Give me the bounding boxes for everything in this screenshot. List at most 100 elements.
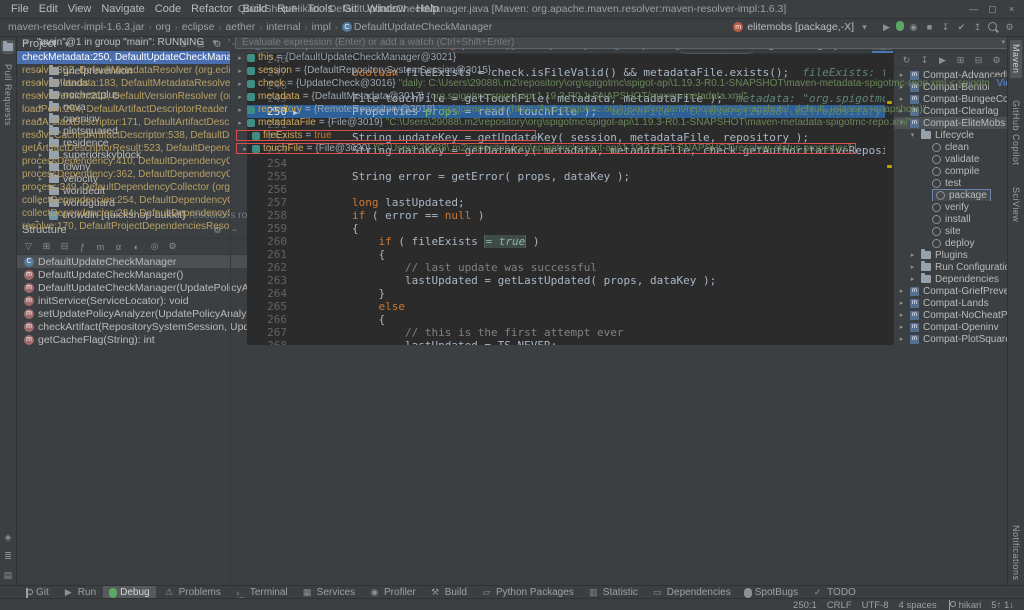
expand-icon[interactable]: ▸ [236,93,244,101]
bug-icon [109,588,117,598]
git-push-icon[interactable]: ↥ [971,21,984,34]
variable-row[interactable]: ▸metadata={DefaultMetadata@3017} "org.sp… [231,90,992,103]
variable-row[interactable]: ▸this={DefaultUpdateCheckManager@3021} [231,51,992,64]
variable-row[interactable]: ▸session={DefaultRepositorySystemSession… [231,64,992,77]
stack-frame[interactable]: resolveMetadata:183, DefaultMetadataReso… [16,77,230,90]
stack-frame[interactable]: resolveVersion:213, DefaultVersionResolv… [16,90,230,103]
variable-row[interactable]: fileExists=true [231,129,992,142]
stack-frame[interactable]: getArtifactDescriptorResult:523, Default… [16,142,230,155]
breadcrumb-item[interactable]: eclipse [182,21,215,33]
toolwindow-button-label: Services [317,587,355,598]
menu-window[interactable]: Window [362,3,411,15]
expand-icon[interactable]: ▸ [236,106,244,114]
menu-tools[interactable]: Tools [302,3,338,15]
stack-frame[interactable]: resolve:170, DefaultProjectDependenciesR… [16,220,230,233]
filter-icon[interactable]: ▽ [225,36,231,49]
variable-value: "C:\Users\29088\.m2\repository\org\spigo… [386,117,911,128]
equals-sign: = [303,91,309,102]
title-bar: FileEditViewNavigateCodeRefactorBuildRun… [0,0,1024,19]
maximize-button[interactable]: ▢ [984,4,1001,15]
breadcrumb-item[interactable]: impl [312,21,331,33]
menu-refactor[interactable]: Refactor [186,3,238,15]
variable-icon [247,119,255,127]
breadcrumb-item[interactable]: internal [266,21,300,33]
toolwindow-button-notifications[interactable]: Notifications [1011,525,1021,581]
breadcrumb-item[interactable]: org [156,21,171,33]
equals-sign: = [305,130,311,141]
breadcrumb-item[interactable]: maven-resolver-impl-1.6.3.jar [8,21,145,33]
stack-frame[interactable]: checkMetadata:250, DefaultUpdateCheckMan… [16,51,230,64]
variable-icon [247,93,255,101]
search-icon[interactable] [988,22,997,31]
menu-code[interactable]: Code [150,3,186,15]
stack-frame[interactable]: loadPom:264, DefaultArtifactDescriptorRe… [16,103,230,116]
menu-build[interactable]: Build [238,3,272,15]
menu-git[interactable]: Git [338,3,362,15]
evaluate-expression-input[interactable]: Evaluate expression (Enter) or add a wat… [235,35,992,49]
status-bar: 250:1 CRLF UTF-8 4 spaces hikari 5↑ 1↓ [0,598,1024,610]
menu-file[interactable]: File [6,3,34,15]
structure-toolwindow-button[interactable]: ≣ [4,551,12,562]
toolwindow-button-label: Build [445,587,467,598]
variable-row[interactable]: ▸touchFile={File@3020} "C:\Users\29088\.… [231,142,992,155]
git-sync-status[interactable]: 5↑ 1↓ [991,600,1014,610]
git-branch-widget[interactable]: hikari [947,600,982,610]
breadcrumb-separator: › [303,22,310,32]
run-icon[interactable]: ▶ [880,21,893,34]
debug-content: ↻■▶‖●◌⚙◎ checkMetadata:250, DefaultUpdat… [0,51,992,241]
pull-requests-toolwindow-button[interactable]: Pull Requests [3,64,13,126]
variable-row[interactable]: ▸metadataFile={File@3019} "C:\Users\2908… [231,116,992,129]
menu-edit[interactable]: Edit [34,3,63,15]
git-update-icon[interactable]: ↧ [939,21,952,34]
stack-frame[interactable]: processDependency:362, DefaultDependency… [16,168,230,181]
variable-value: {DefaultUpdateCheckManager@3021} [285,52,456,63]
breadcrumb-item[interactable]: DefaultUpdateCheckManager [354,21,492,33]
toolwindow-button-sciview[interactable]: SciView [1011,187,1021,222]
indent-style[interactable]: 4 spaces [899,600,937,610]
thread-status: "main"@1 in group "main": RUNNING [37,37,204,48]
expand-icon[interactable]: ▸ [236,54,244,62]
toolwindow-button-maven[interactable]: Maven [1010,40,1022,78]
expand-icon[interactable]: ▸ [236,67,244,75]
view-link[interactable]: View [989,77,993,90]
variable-row[interactable]: ▸repository={RemoteRepository@3018} "spi… [231,103,992,116]
expand-icon[interactable]: ▸ [236,119,244,127]
problems-toolwindow-button[interactable]: ▤ [4,570,13,581]
git-commit-icon[interactable]: ✔ [955,21,968,34]
stack-frame[interactable]: collectDependencies:284, DefaultDependen… [16,207,230,220]
menu-help[interactable]: Help [411,3,444,15]
stack-frame[interactable]: readArtifactDescriptor:171, DefaultArtif… [16,116,230,129]
window-controls: — ▢ × [965,4,1024,15]
file-encoding[interactable]: UTF-8 [862,600,889,610]
expand-icon[interactable]: ▸ [241,145,249,153]
run-configuration-select[interactable]: m elitemobs [package,-X] ▾ [729,21,875,34]
right-strip-bottom: Notifications [1011,525,1021,585]
stack-frame[interactable]: resolveCachedArtifactDescriptor:538, Def… [16,129,230,142]
minimize-button[interactable]: — [965,4,982,15]
stack-frame[interactable]: collectDependencies:254, DefaultDependen… [16,194,230,207]
stack-frame[interactable]: resolve:302, DefaultMetadataResolver (or… [16,64,230,77]
variable-row[interactable]: ▸check={UpdateCheck@3016} "daily: C:\Use… [231,77,992,90]
profiler-icon[interactable]: ◉ [907,21,920,34]
caret-position[interactable]: 250:1 [793,600,817,610]
debug-icon[interactable] [896,21,904,31]
equals-sign: = [295,65,301,76]
settings-icon[interactable]: ⚙ [1003,21,1016,34]
right-toolwindow-strip: Maven GitHub Copilot SciView Notifications [1007,36,1024,585]
close-button[interactable]: × [1003,4,1020,15]
variable-name: check [258,78,284,89]
line-separator[interactable]: CRLF [827,600,852,610]
stop-icon[interactable]: ■ [923,21,936,34]
menu-navigate[interactable]: Navigate [96,3,149,15]
variable-icon [247,67,255,75]
breadcrumb-item[interactable]: aether [225,21,255,33]
stack-frame[interactable]: process:349, DefaultDependencyCollector … [16,181,230,194]
variable-value: true [314,130,331,141]
stack-frame[interactable]: processDependency:410, DefaultDependency… [16,155,230,168]
menu-view[interactable]: View [63,3,97,15]
project-toolwindow-button[interactable] [1,40,15,54]
toolwindow-button-github-copilot[interactable]: GitHub Copilot [1011,100,1021,166]
menu-run[interactable]: Run [272,3,302,15]
bookmarks-toolwindow-button[interactable]: ◈ [5,532,12,543]
expand-icon[interactable]: ▸ [236,80,244,88]
